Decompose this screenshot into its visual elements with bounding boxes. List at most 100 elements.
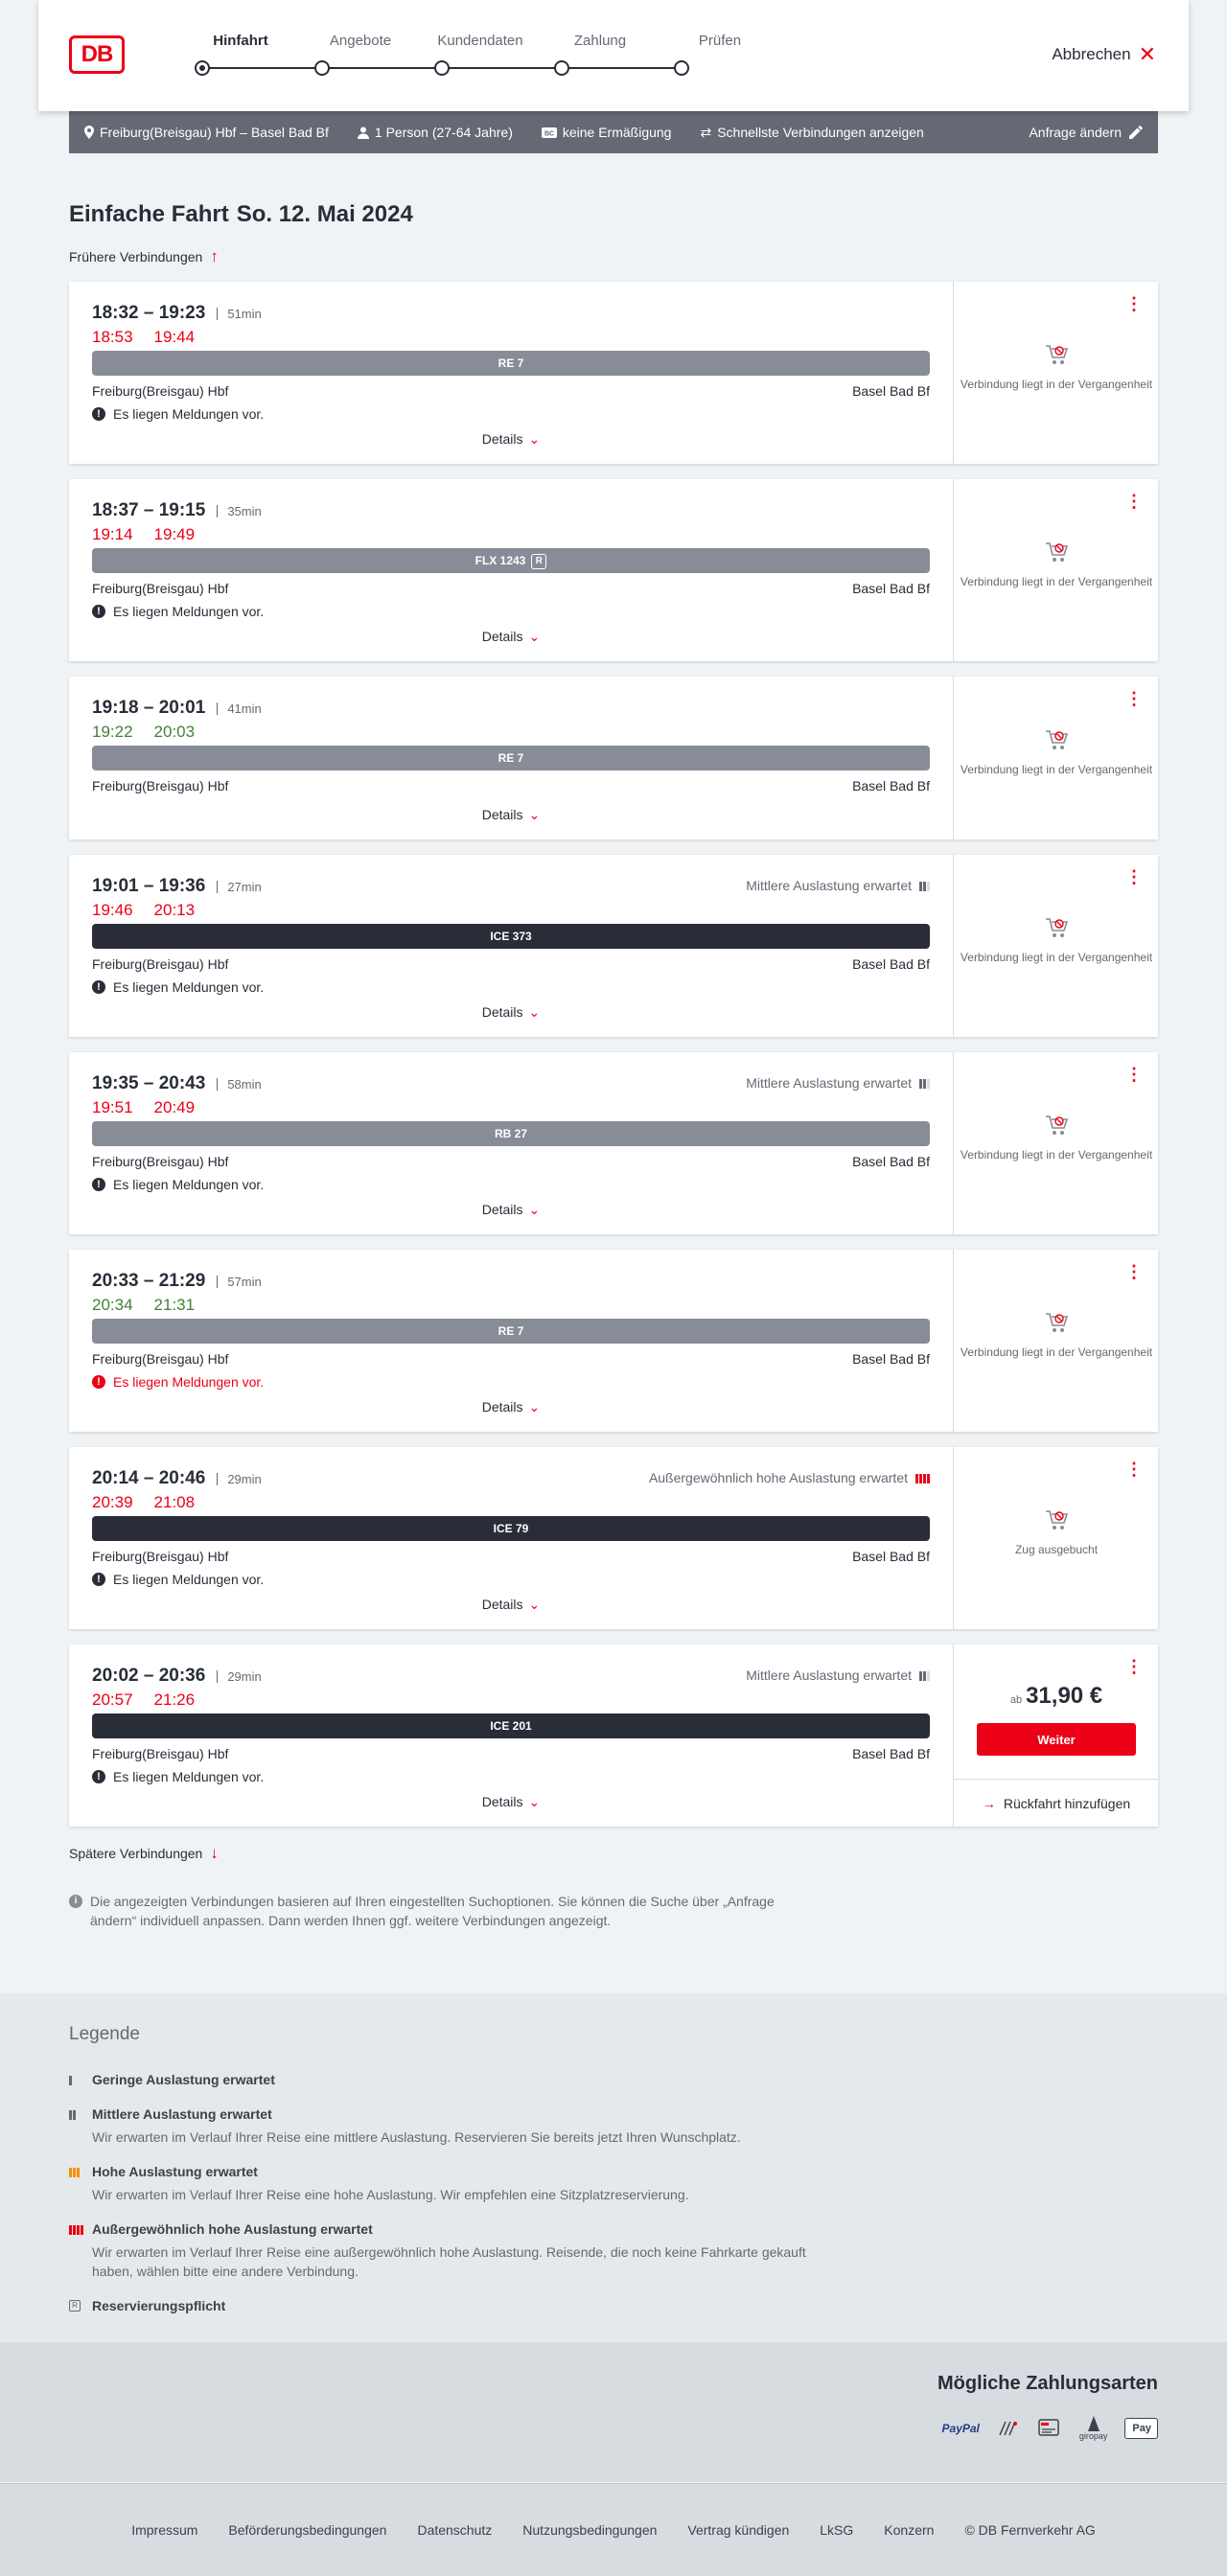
connection-card[interactable]: 18:32 – 19:23 51min 18:53 19:44 RE 7 Freiburg… — [69, 282, 1158, 464]
footer-link-impressum[interactable]: Impressum — [131, 2522, 197, 2538]
exclamation-icon: ! — [92, 1770, 105, 1783]
price-prefix: ab — [1009, 1694, 1023, 1706]
details-label: Details — [481, 1794, 523, 1809]
chevron-down-icon: ⌄ — [528, 1399, 541, 1414]
earlier-connections-link[interactable]: Frühere Verbindungen ↑ — [69, 247, 219, 266]
connection-card[interactable]: 18:37 – 19:15 35min 19:14 19:49 FLX 1243 R Fre… — [69, 479, 1158, 661]
connection-card[interactable]: 20:33 – 21:29 57min 20:34 21:31 RE 7 Freiburg… — [69, 1250, 1158, 1432]
legend-very-high-load: Außergewöhnlich hohe Auslastung erwartet… — [69, 2220, 836, 2281]
offer-panel: ⋮ Verbindung liegt in der Vergangenheit — [953, 677, 1158, 840]
details-toggle[interactable]: Details ⌄ — [69, 807, 953, 823]
chevron-down-icon: ⌄ — [528, 1004, 541, 1020]
footer-link-nutzungsbedingungen[interactable]: Nutzungsbedingungen — [522, 2522, 657, 2538]
search-info-note: i Die angezeigten Verbindungen basieren … — [69, 1892, 817, 1930]
details-toggle[interactable]: Details ⌄ — [69, 1597, 953, 1613]
destination-station: Basel Bad Bf — [852, 1154, 930, 1169]
scheduled-time: 20:33 – 21:29 — [92, 1271, 206, 1291]
status-text: Verbindung liegt in der Vergangenheit — [960, 1148, 1153, 1162]
realtime-arrival: 20:13 — [153, 901, 196, 919]
step-dot-active — [195, 60, 210, 76]
connection-card[interactable]: 19:18 – 20:01 41min 19:22 20:03 RE 7 Freiburg… — [69, 677, 1158, 840]
details-toggle[interactable]: Details ⌄ — [69, 431, 953, 448]
bahncard-icon: BC — [541, 126, 557, 138]
realtime-arrival: 20:49 — [153, 1098, 196, 1116]
offer-status: Verbindung liegt in der Vergangenheit — [954, 342, 1159, 392]
details-toggle[interactable]: Details ⌄ — [69, 1399, 953, 1415]
occupancy-forecast: Mittlere Auslastung erwartet — [746, 1075, 930, 1091]
payment-title: Mögliche Zahlungsarten — [937, 2373, 1158, 2394]
change-request-label: Anfrage ändern — [1029, 125, 1122, 140]
message-text: Es liegen Meldungen vor. — [113, 1769, 265, 1784]
details-toggle[interactable]: Details ⌄ — [69, 1202, 953, 1218]
chevron-down-icon: ⌄ — [528, 629, 541, 644]
more-options-icon[interactable]: ⋮ — [1125, 295, 1143, 312]
connection-card[interactable]: 20:02 – 20:36 29min 20:57 21:26 Mittlere Aus… — [69, 1644, 1159, 1827]
offer-panel: ⋮ ab 31,90 € Weiter → Rückfahrt hinzufügen — [953, 1644, 1159, 1827]
more-options-icon[interactable]: ⋮ — [1125, 493, 1143, 510]
train-bar[interactable]: RB 27 — [92, 1121, 930, 1146]
train-bar[interactable]: ICE 373 — [92, 924, 930, 949]
more-options-icon[interactable]: ⋮ — [1125, 1658, 1143, 1675]
chevron-down-icon: ⌄ — [528, 431, 541, 447]
offer-status: Verbindung liegt in der Vergangenheit — [954, 1310, 1159, 1360]
offer-panel: ⋮ Verbindung liegt in der Vergangenheit — [953, 1052, 1158, 1234]
connection-card[interactable]: 19:01 – 19:36 27min 19:46 20:13 Mittlere Aus… — [69, 855, 1158, 1037]
offer-status: Verbindung liegt in der Vergangenheit — [954, 540, 1159, 589]
cancel-label: Abbrechen — [1052, 45, 1131, 63]
details-label: Details — [481, 431, 523, 447]
legend-title: Legende — [69, 2024, 140, 2044]
add-return-trip-button[interactable]: → Rückfahrt hinzufügen — [954, 1779, 1159, 1827]
footer-link-datenschutz[interactable]: Datenschutz — [417, 2522, 492, 2538]
legend-item-title: Geringe Auslastung erwartet — [92, 2072, 275, 2087]
step-dot — [314, 60, 330, 76]
legend-high-load: Hohe Auslastung erwartet Wir erwarten im… — [69, 2162, 836, 2204]
details-toggle[interactable]: Details ⌄ — [69, 629, 953, 645]
footer-link-vertrag-kuendigen[interactable]: Vertrag kündigen — [687, 2522, 789, 2538]
origin-station: Freiburg(Breisgau) Hbf — [92, 383, 229, 399]
footer-link-befoerderungsbedingungen[interactable]: Beförderungsbedingungen — [228, 2522, 386, 2538]
exclamation-icon: ! — [92, 407, 105, 421]
details-toggle[interactable]: Details ⌄ — [69, 1794, 953, 1810]
step-angebote: Angebote — [329, 33, 392, 49]
cancel-button[interactable]: Abbrechen ✕ — [1052, 44, 1156, 65]
train-bar[interactable]: ICE 201 — [92, 1714, 930, 1738]
duration: 27min — [217, 880, 262, 893]
train-bar[interactable]: RE 7 — [92, 351, 930, 376]
more-options-icon[interactable]: ⋮ — [1125, 868, 1143, 886]
footer-link-lksg[interactable]: LkSG — [820, 2522, 853, 2538]
more-options-icon[interactable]: ⋮ — [1125, 1460, 1143, 1478]
disruption-message: ! Es liegen Meldungen vor. — [92, 979, 264, 995]
person-icon — [357, 126, 369, 139]
offer-panel: ⋮ Verbindung liegt in der Vergangenheit — [953, 1250, 1158, 1432]
change-request-button[interactable]: Anfrage ändern — [1029, 125, 1143, 140]
train-bar[interactable]: ICE 79 — [92, 1516, 930, 1541]
continue-button[interactable]: Weiter — [977, 1723, 1136, 1756]
offer-status: Verbindung liegt in der Vergangenheit — [954, 915, 1159, 965]
more-options-icon[interactable]: ⋮ — [1125, 1263, 1143, 1280]
train-bar[interactable]: RE 7 — [92, 746, 930, 770]
connection-card[interactable]: 19:35 – 20:43 58min 19:51 20:49 Mittlere Aus… — [69, 1052, 1158, 1234]
route-summary: Freiburg(Breisgau) Hbf – Basel Bad Bf — [84, 125, 329, 140]
step-zahlung: Zahlung — [573, 33, 627, 49]
connection-card[interactable]: 20:14 – 20:46 29min 20:39 21:08 Außergewöhnl… — [69, 1447, 1158, 1629]
connection-details: 18:37 – 19:15 35min 19:14 19:49 FLX 1243 R Fre… — [69, 479, 953, 661]
occupancy-text: Mittlere Auslastung erwartet — [746, 1075, 912, 1091]
later-connections-link[interactable]: Spätere Verbindungen ↓ — [69, 1844, 219, 1863]
train-bar[interactable]: RE 7 — [92, 1319, 930, 1344]
db-logo[interactable]: DB — [69, 35, 125, 74]
footer-link-konzern[interactable]: Konzern — [884, 2522, 934, 2538]
realtime-departure: 20:39 — [92, 1493, 133, 1511]
status-text: Verbindung liegt in der Vergangenheit — [960, 951, 1153, 964]
realtime-arrival: 19:44 — [153, 328, 196, 346]
train-bar[interactable]: FLX 1243 R — [92, 548, 930, 573]
more-options-icon[interactable]: ⋮ — [1125, 690, 1143, 707]
more-options-icon[interactable]: ⋮ — [1125, 1066, 1143, 1083]
train-number: FLX 1243 — [475, 554, 526, 567]
destination-station: Basel Bad Bf — [852, 383, 930, 399]
chevron-down-icon: ⌄ — [528, 1202, 541, 1217]
chevron-down-icon: ⌄ — [528, 1597, 541, 1612]
details-toggle[interactable]: Details ⌄ — [69, 1004, 953, 1021]
exclamation-icon: ! — [92, 1573, 105, 1586]
fastest-text: Schnellste Verbindungen anzeigen — [717, 125, 924, 140]
details-label: Details — [481, 1202, 523, 1217]
